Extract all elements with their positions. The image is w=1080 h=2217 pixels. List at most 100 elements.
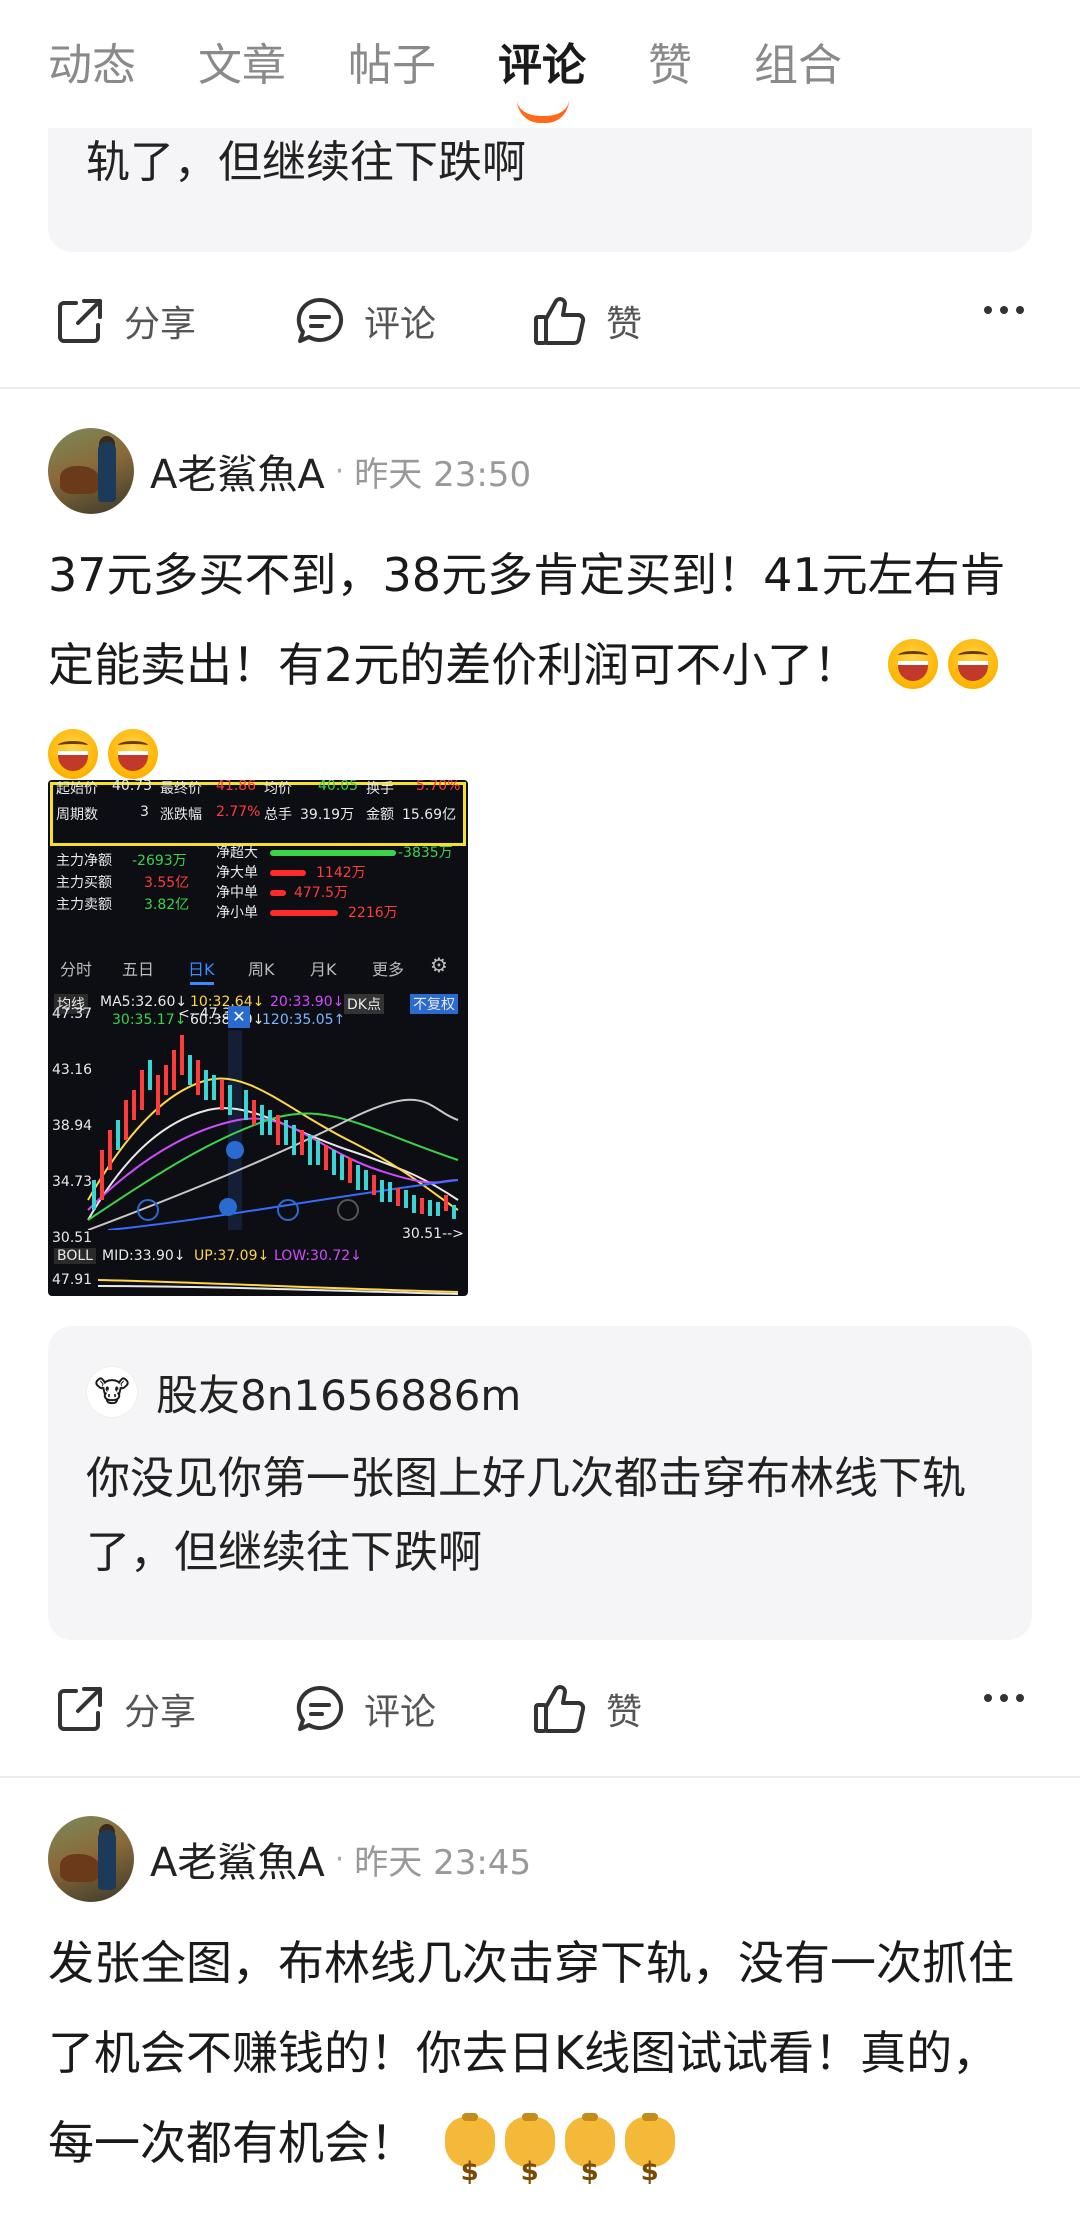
chart-text: 1142万: [316, 865, 366, 881]
profile-tab-bar: 动态 文章 帖子 评论 赞 组合: [0, 0, 1080, 128]
active-tab-indicator: [517, 100, 569, 123]
price-label: 34.73: [52, 1174, 93, 1190]
quoted-comment-text: 轨了，但继续往下跌啊: [86, 137, 526, 188]
chart-text: MID:33.90↓: [102, 1248, 186, 1264]
close-icon[interactable]: ✕: [228, 1006, 250, 1028]
boll-lines: [97, 1279, 459, 1295]
more-options-button[interactable]: [984, 1694, 1024, 1702]
like-label: 赞: [606, 304, 643, 345]
action-bar: 分享 评论 赞: [0, 276, 1080, 366]
quoted-comment-card[interactable]: 🐮 股友8n1656886m 你没见你第一张图上好几次都击穿布林线下轨了，但继续…: [48, 1326, 1032, 1640]
share-button[interactable]: 分享: [54, 276, 196, 366]
chart-tab[interactable]: 分时: [60, 956, 92, 980]
chart-tab[interactable]: 月K: [310, 956, 337, 980]
thumbs-up-icon: [534, 1685, 586, 1733]
chart-tab[interactable]: 更多: [372, 956, 404, 980]
comment-icon: [296, 1685, 344, 1731]
chart-text: 不复权: [410, 994, 458, 1014]
chart-tab[interactable]: 日K: [188, 956, 215, 980]
chart-text: 3.55亿: [144, 875, 190, 891]
comment-button[interactable]: 评论: [294, 276, 436, 366]
money-bag-emoji-icon: [444, 2113, 495, 2217]
share-label: 分享: [124, 1692, 197, 1733]
chart-text: 39.19万: [300, 807, 355, 823]
money-bag-emoji-icon: [624, 2113, 675, 2217]
chart-tab[interactable]: 五日: [122, 956, 154, 980]
gear-icon[interactable]: ⚙: [430, 953, 448, 977]
chart-text: 41.86: [216, 780, 257, 794]
tab-articles[interactable]: 文章: [198, 36, 286, 96]
chart-text: 换手: [366, 781, 394, 797]
separator-dot: ·: [334, 1841, 345, 1877]
chart-text: 金额: [366, 807, 394, 823]
chart-text: 最终价: [160, 781, 202, 797]
chart-text: 5.70%: [416, 780, 461, 794]
share-button[interactable]: 分享: [54, 1664, 196, 1754]
chart-text: 30:35.17↓: [112, 1012, 187, 1028]
divider: [0, 1776, 1080, 1778]
tab-portfolio[interactable]: 组合: [754, 36, 842, 96]
candlestick-plot: [87, 1030, 459, 1230]
chart-text: 3.82亿: [144, 897, 190, 913]
net-bar: [270, 890, 286, 896]
like-button[interactable]: 赞: [532, 1664, 642, 1754]
quoted-user-avatar: 🐮: [86, 1366, 138, 1418]
laughing-emoji-icon: [947, 639, 998, 689]
post-body[interactable]: 37元多买不到，38元多肯定买到！41元左右肯定能卖出！有2元的差价利润可不小了…: [48, 530, 1038, 800]
tab-likes[interactable]: 赞: [648, 36, 692, 96]
chart-text: 主力买额: [56, 875, 112, 891]
price-label: 43.16: [52, 1062, 93, 1078]
comment-button[interactable]: 评论: [294, 1664, 436, 1754]
quoted-user[interactable]: 🐮 股友8n1656886m: [86, 1362, 521, 1422]
chart-period-tabs: 分时 五日 日K 周K 月K 更多 ⚙: [48, 948, 468, 988]
chart-text: 20:33.90↓: [270, 994, 345, 1010]
post-time: 昨天 23:50: [354, 454, 532, 495]
candles: [92, 1035, 456, 1219]
chart-text: 2.77%: [216, 804, 261, 820]
money-bag-emoji-icon: [504, 2113, 555, 2217]
chart-text: BOLL: [54, 1248, 96, 1264]
chart-text: 总手: [264, 807, 292, 823]
laughing-emoji-icon: [887, 639, 938, 689]
price-label: 47.37: [52, 1006, 93, 1022]
laughing-emoji-icon: [48, 729, 98, 779]
laughing-emoji-icon: [108, 729, 158, 779]
divider: [0, 387, 1080, 389]
author-name[interactable]: A老鯊魚A: [150, 442, 325, 500]
tab-comments[interactable]: 评论: [498, 36, 586, 96]
quoted-user-name: 股友8n1656886m: [156, 1370, 522, 1420]
chart-text: 周期数: [56, 807, 98, 823]
chart-tab-indicator: [190, 982, 214, 985]
share-label: 分享: [124, 304, 197, 345]
like-label: 赞: [606, 1692, 643, 1733]
post-body[interactable]: 发张全图，布林线几次击穿下轨，没有一次抓住了机会不赚钱的！你去日K线图试试看！真…: [48, 1918, 1038, 2217]
low-marker: 30.51-->: [402, 1226, 464, 1242]
chart-text: 主力净额: [56, 853, 112, 869]
chart-text: 净小单: [216, 905, 258, 921]
net-bar: [270, 850, 396, 856]
quoted-comment-text: 你没见你第一张图上好几次都击穿布林线下轨了，但继续往下跌啊: [86, 1453, 966, 1578]
post-text: 37元多买不到，38元多肯定买到！41元左右肯定能卖出！有2元的差价利润可不小了…: [48, 548, 1006, 692]
author-name[interactable]: A老鯊魚A: [150, 1830, 325, 1888]
chart-text: 40.05: [318, 780, 359, 794]
chart-text: 净大单: [216, 865, 258, 881]
more-options-button[interactable]: [984, 306, 1024, 314]
avatar[interactable]: [48, 428, 134, 514]
avatar[interactable]: [48, 1816, 134, 1902]
chart-text: 净超大: [216, 845, 258, 861]
chart-text: 起始价: [56, 781, 98, 797]
chart-text: -2693万: [132, 853, 187, 869]
share-icon: [58, 299, 102, 343]
tab-dynamics[interactable]: 动态: [48, 36, 136, 96]
chart-text: LOW:30.72↓: [274, 1248, 362, 1264]
separator-dot: ·: [334, 453, 345, 489]
chart-text: 3: [140, 804, 149, 820]
net-bar: [270, 910, 338, 916]
chart-text: 净中单: [216, 885, 258, 901]
stock-chart-image[interactable]: 起始价 40.73 最终价 41.86 均价 40.05 换手 5.70% 周期…: [48, 780, 468, 1296]
chart-tab[interactable]: 周K: [248, 956, 275, 980]
like-button[interactable]: 赞: [532, 276, 642, 366]
chart-text: 主力卖额: [56, 897, 112, 913]
action-bar: 分享 评论 赞: [0, 1664, 1080, 1754]
tab-posts[interactable]: 帖子: [348, 36, 436, 96]
